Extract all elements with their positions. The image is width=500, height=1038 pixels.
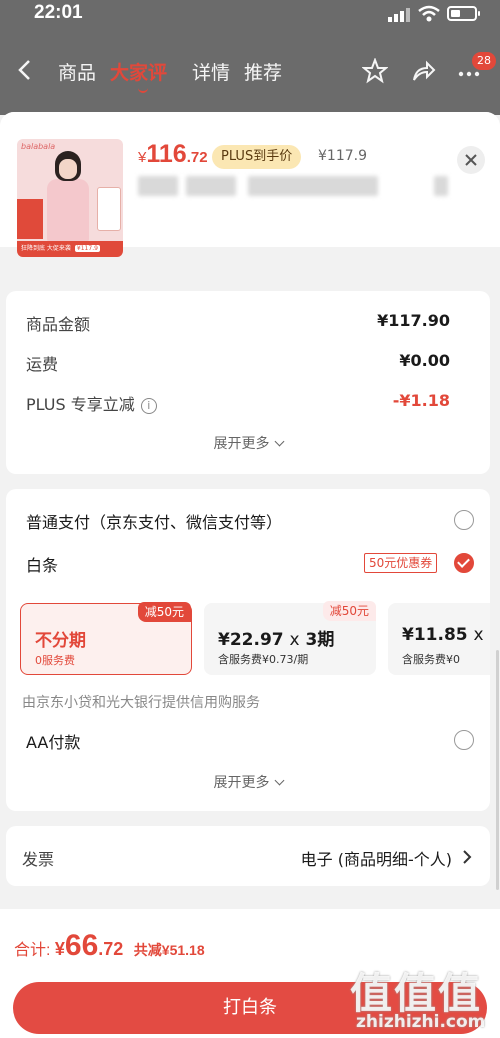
radio-aa-pay[interactable]	[454, 730, 474, 750]
radio-normal-pay[interactable]	[454, 510, 474, 530]
plan-subtitle: 含服务费¥0.73/期	[218, 653, 309, 666]
redacted-spec-1	[138, 176, 178, 196]
invoice-panel[interactable]: 发票 电子 (商品明细-个人)	[6, 826, 490, 886]
credit-provider-note: 由京东小贷和光大银行提供信用购服务	[22, 695, 260, 711]
summary-value: -¥1.18	[392, 391, 450, 410]
plan-3-installments[interactable]: 减50元 ¥22.97 x 3期 含服务费¥0.73/期	[204, 601, 376, 675]
total-symbol: ¥	[54, 939, 65, 959]
battery-icon	[447, 6, 480, 21]
close-icon	[465, 154, 477, 166]
payment-option-aa[interactable]: AA付款	[26, 729, 470, 753]
top-nav: 商品 大家评 详情 推荐 28	[0, 48, 500, 96]
plan-discount-tag: 减50元	[137, 602, 191, 622]
summary-label: 商品金额	[26, 315, 91, 334]
summary-label: 运费	[26, 355, 59, 374]
tab-details[interactable]: 详情	[192, 58, 230, 85]
star-icon[interactable]	[362, 58, 388, 84]
product-thumbnail: balabala 狂降到底 大促来袭 ¥117.9	[17, 139, 123, 257]
plan-title: ¥22.97 x 3期	[218, 625, 334, 650]
chevron-down-icon	[274, 775, 284, 786]
payment-option-normal[interactable]: 普通支付（京东支付、微信支付等）	[26, 509, 470, 533]
summary-value: ¥0.00	[399, 351, 450, 370]
plan-title: 不分期	[35, 631, 86, 651]
thumb-brand-logo: balabala	[21, 142, 56, 151]
expand-more-button[interactable]: 展开更多	[6, 772, 490, 792]
payment-option-label: 白条	[26, 556, 59, 575]
redacted-spec-2	[186, 176, 236, 196]
radio-baitiao[interactable]	[454, 553, 474, 573]
info-icon[interactable]: i	[140, 398, 157, 414]
thumb-strip-price: ¥117.9	[74, 245, 100, 252]
total-label: 合计:	[14, 942, 51, 959]
plan-title: ¥11.85 x	[402, 625, 484, 645]
expand-more-label: 展开更多	[213, 436, 270, 452]
price-decimal: .72	[186, 149, 208, 166]
plan-multiplier: x	[289, 630, 300, 650]
wifi-icon	[418, 5, 440, 22]
original-price: ¥117.9	[318, 148, 367, 164]
total-integer: 66	[64, 929, 99, 962]
scrollbar[interactable]	[496, 650, 499, 890]
watermark-url: zhizhizhi.com	[356, 1012, 486, 1032]
thumb-price-card	[97, 187, 121, 231]
tab-product[interactable]: 商品	[58, 58, 96, 85]
plan-subtitle: 0服务费	[35, 654, 75, 667]
thumb-dress	[47, 179, 89, 243]
signal-icon	[388, 8, 410, 22]
chevron-down-icon	[274, 436, 284, 447]
summary-value: ¥117.90	[377, 311, 450, 330]
total-savings: 共减¥51.18	[133, 942, 205, 958]
status-bar: 22:01	[0, 0, 500, 32]
redacted-spec-3	[248, 176, 378, 196]
plan-period: 3期	[305, 630, 335, 650]
product-header: balabala 狂降到底 大促来袭 ¥117.9 ¥116.72 PLUS到手价…	[0, 112, 500, 257]
thumb-face	[59, 159, 77, 179]
installment-plans: 减50元 不分期 0服务费 减50元 ¥22.97 x 3期 含服务费¥0.73…	[20, 601, 490, 677]
payment-option-label: AA付款	[26, 733, 81, 752]
plan-no-installment[interactable]: 减50元 不分期 0服务费	[20, 602, 192, 675]
invoice-value: 电子 (商品明细-个人)	[300, 850, 452, 869]
product-price: ¥116.72	[138, 140, 208, 169]
coupon-badge[interactable]: 50元优惠券	[364, 553, 438, 573]
notification-badge: 28	[472, 52, 496, 70]
plan-multiplier: x	[473, 625, 484, 645]
tab-reviews[interactable]: 大家评	[110, 58, 167, 93]
price-summary-panel: 商品金额 ¥117.90 运费 ¥0.00 PLUS 专享立减 i -¥1.18 …	[6, 291, 490, 474]
thumb-promo-strip: 狂降到底 大促来袭 ¥117.9	[17, 241, 123, 257]
expand-more-label: 展开更多	[213, 775, 270, 791]
thumb-strip-text: 狂降到底 大促来袭	[21, 245, 71, 252]
summary-row: 商品金额 ¥117.90	[26, 311, 470, 335]
plan-discount-tag: 减50元	[322, 601, 376, 621]
chevron-right-icon	[463, 850, 472, 864]
back-icon[interactable]	[14, 58, 38, 82]
order-total: 合计: ¥66.72 共减¥51.18	[14, 929, 205, 963]
watermark-logo: 值值值	[350, 969, 483, 1018]
total-decimal: .72	[98, 939, 124, 959]
price-integer: 116	[146, 140, 187, 168]
invoice-label: 发票	[22, 850, 55, 869]
tab-recommend[interactable]: 推荐	[244, 58, 282, 85]
close-button[interactable]	[457, 146, 485, 174]
summary-label: PLUS 专享立减 i	[26, 391, 157, 415]
summary-row: 运费 ¥0.00	[26, 351, 470, 375]
share-icon[interactable]	[410, 58, 436, 84]
checkout-sheet: balabala 狂降到底 大促来袭 ¥117.9 ¥116.72 PLUS到手价…	[0, 112, 500, 1038]
payment-option-label: 普通支付（京东支付、微信支付等）	[26, 513, 283, 532]
expand-more-button[interactable]: 展开更多	[6, 433, 490, 453]
plus-price-badge: PLUS到手价	[212, 145, 302, 169]
plan-amount: ¥11.85	[402, 625, 468, 645]
plan-amount: ¥22.97	[218, 630, 284, 650]
watermark: 值值值 zhizhizhi.com	[350, 960, 485, 1032]
summary-row: PLUS 专享立减 i -¥1.18	[26, 391, 470, 415]
status-time: 22:01	[34, 2, 83, 23]
plan-subtitle: 含服务费¥0	[402, 653, 460, 666]
payment-panel: 普通支付（京东支付、微信支付等） 白条 50元优惠券 减50元 不分期 0服务费…	[6, 489, 490, 811]
plan-6-installments[interactable]: ¥11.85 x 含服务费¥0	[388, 603, 490, 675]
redacted-spec-4	[434, 176, 448, 196]
plus-discount-label: PLUS 专享立减	[26, 395, 135, 414]
thumb-promo-block	[17, 199, 43, 239]
